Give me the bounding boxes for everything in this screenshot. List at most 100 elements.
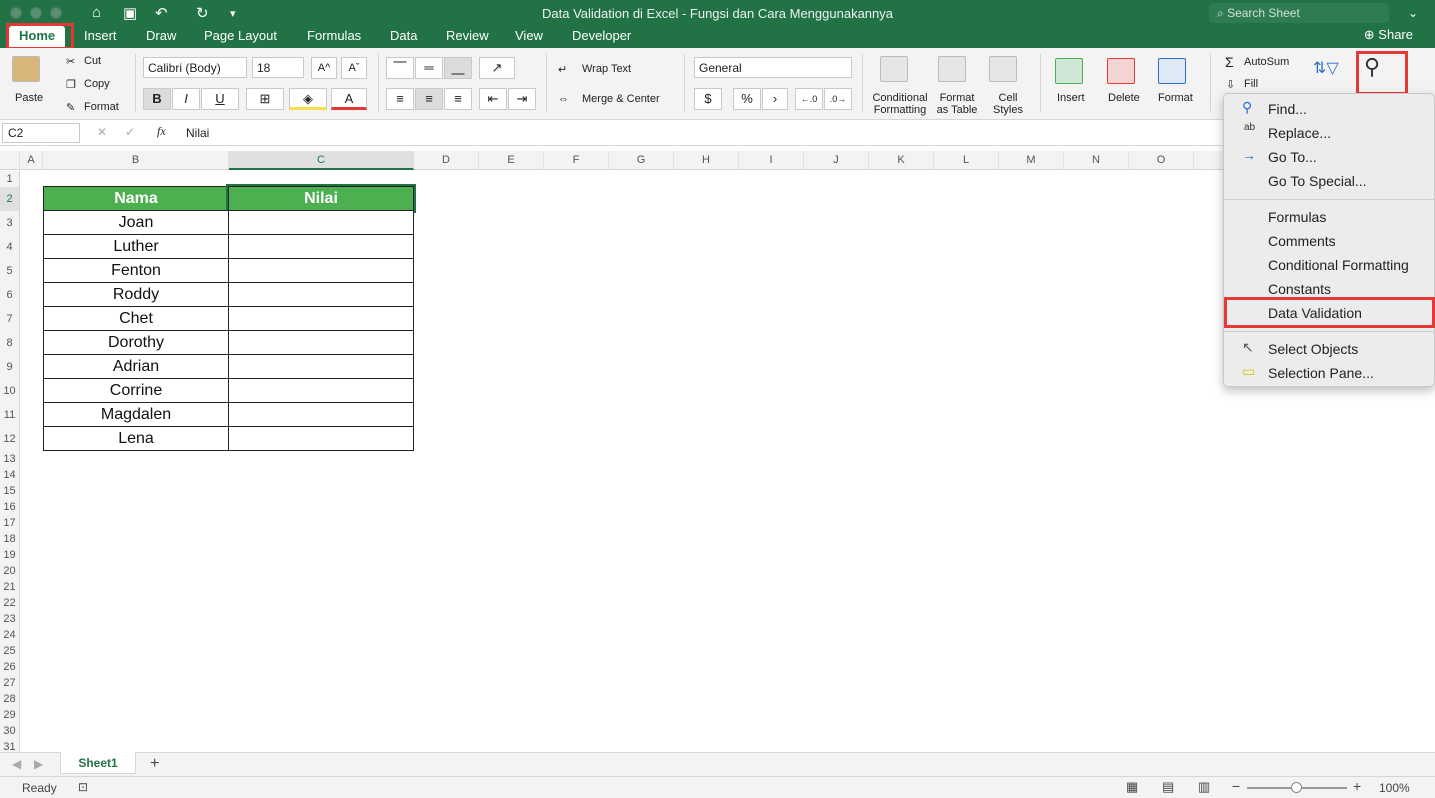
row-header[interactable]: 6 (0, 283, 20, 307)
copy-button[interactable]: Copy (84, 78, 110, 90)
decrease-font-icon[interactable]: Aˇ (341, 57, 367, 79)
name-cell[interactable]: Magdalen (43, 402, 229, 427)
name-cell[interactable]: Chet (43, 306, 229, 331)
tab-formulas[interactable]: Formulas (307, 28, 361, 43)
menu-item-comments[interactable]: Comments (1268, 233, 1336, 249)
row-header[interactable]: 11 (0, 403, 20, 427)
menu-item-select-objects[interactable]: Select Objects (1268, 341, 1358, 357)
zoom-out-icon[interactable]: − (1232, 778, 1240, 794)
row-header[interactable]: 8 (0, 331, 20, 355)
row-header[interactable]: 3 (0, 211, 20, 235)
column-header-l[interactable]: L (934, 151, 999, 170)
row-header[interactable]: 18 (0, 531, 20, 547)
search-sheet-input[interactable]: ⌕ Search Sheet (1209, 3, 1389, 23)
row-header[interactable]: 12 (0, 427, 20, 451)
wrap-text-button[interactable]: Wrap Text (582, 63, 631, 75)
row-header[interactable]: 7 (0, 307, 20, 331)
profile-chevron-icon[interactable]: ⌄ (1408, 6, 1418, 20)
conditional-formatting-icon[interactable] (880, 56, 908, 82)
name-cell[interactable]: Adrian (43, 354, 229, 379)
row-header[interactable]: 4 (0, 235, 20, 259)
nilai-cell[interactable] (228, 210, 414, 235)
tab-insert[interactable]: Insert (84, 28, 117, 43)
normal-view-icon[interactable]: ▦ (1126, 779, 1138, 795)
add-sheet-icon[interactable]: + (150, 755, 159, 773)
column-header-m[interactable]: M (999, 151, 1064, 170)
row-header[interactable]: 5 (0, 259, 20, 283)
cell-b2-nama-header[interactable]: Nama (43, 186, 229, 211)
align-middle-icon[interactable]: ═ (415, 57, 443, 79)
fill-color-icon[interactable]: ◈ (289, 88, 327, 110)
menu-item-go-to[interactable]: Go To... (1268, 149, 1317, 165)
row-header[interactable]: 29 (0, 707, 20, 723)
row-header[interactable]: 10 (0, 379, 20, 403)
row-header[interactable]: 15 (0, 483, 20, 499)
underline-button[interactable]: U (201, 88, 239, 110)
row-header[interactable]: 30 (0, 723, 20, 739)
zoom-level[interactable]: 100% (1379, 781, 1410, 795)
column-header-f[interactable]: F (544, 151, 609, 170)
name-cell[interactable]: Luther (43, 234, 229, 259)
tab-view[interactable]: View (515, 28, 543, 43)
nilai-cell[interactable] (228, 282, 414, 307)
tab-page-layout[interactable]: Page Layout (204, 28, 277, 43)
column-header-a[interactable]: A (20, 151, 43, 170)
row-header[interactable]: 14 (0, 467, 20, 483)
column-header-i[interactable]: I (739, 151, 804, 170)
insert-cells-button[interactable]: Insert (1057, 92, 1085, 104)
delete-cells-icon[interactable] (1107, 58, 1135, 84)
nilai-cell[interactable] (228, 258, 414, 283)
borders-icon[interactable]: ⊞ (246, 88, 284, 110)
tab-developer[interactable]: Developer (572, 28, 631, 43)
column-header-j[interactable]: J (804, 151, 869, 170)
name-cell[interactable]: Lena (43, 426, 229, 451)
macro-record-icon[interactable]: ⊡ (78, 780, 88, 794)
italic-button[interactable]: I (172, 88, 200, 110)
row-header[interactable]: 19 (0, 547, 20, 563)
menu-item-selection-pane[interactable]: Selection Pane... (1268, 365, 1374, 381)
name-cell[interactable]: Corrine (43, 378, 229, 403)
row-header[interactable]: 13 (0, 451, 20, 467)
autosum-button[interactable]: AutoSum (1244, 56, 1289, 68)
sort-filter-icon[interactable]: ⇅▽ (1313, 58, 1339, 78)
cell-styles-button[interactable]: Cell Styles (990, 92, 1026, 116)
align-bottom-icon[interactable]: ⎽ (444, 57, 472, 79)
name-cell[interactable]: Fenton (43, 258, 229, 283)
row-header[interactable]: 16 (0, 499, 20, 515)
zoom-in-icon[interactable]: + (1353, 778, 1361, 794)
name-cell[interactable]: Joan (43, 210, 229, 235)
nilai-cell[interactable] (228, 378, 414, 403)
column-header-d[interactable]: D (414, 151, 479, 170)
row-header[interactable]: 23 (0, 611, 20, 627)
align-left-icon[interactable]: ≡ (386, 88, 414, 110)
align-center-icon[interactable]: ≡ (415, 88, 443, 110)
format-as-table-icon[interactable] (938, 56, 966, 82)
row-header[interactable]: 21 (0, 579, 20, 595)
conditional-formatting-button[interactable]: Conditional Formatting (871, 92, 929, 116)
nilai-cell[interactable] (228, 354, 414, 379)
row-header[interactable]: 25 (0, 643, 20, 659)
share-button[interactable]: ⊕ Share (1364, 27, 1413, 43)
paste-icon[interactable] (12, 56, 40, 82)
delete-cells-button[interactable]: Delete (1108, 92, 1140, 104)
column-header-e[interactable]: E (479, 151, 544, 170)
insert-cells-icon[interactable] (1055, 58, 1083, 84)
name-box[interactable]: C2 (2, 123, 80, 143)
menu-item-conditional-formatting[interactable]: Conditional Formatting (1268, 257, 1409, 273)
confirm-entry-icon[interactable]: ✓ (125, 125, 135, 139)
column-header-c[interactable]: C (229, 151, 414, 170)
font-name-select[interactable]: Calibri (Body) (143, 57, 247, 78)
row-header[interactable]: 9 (0, 355, 20, 379)
row-header[interactable]: 2 (0, 187, 20, 211)
bold-button[interactable]: B (143, 88, 171, 110)
row-header[interactable]: 27 (0, 675, 20, 691)
menu-item-formulas[interactable]: Formulas (1268, 209, 1326, 225)
tab-data[interactable]: Data (390, 28, 417, 43)
merge-center-button[interactable]: Merge & Center (582, 93, 660, 105)
tab-draw[interactable]: Draw (146, 28, 176, 43)
menu-item-replace[interactable]: Replace... (1268, 125, 1331, 141)
row-header[interactable]: 17 (0, 515, 20, 531)
increase-decimal-icon[interactable]: ←.0 (795, 88, 823, 110)
insert-function-icon[interactable]: fx (157, 124, 166, 139)
orientation-icon[interactable]: ↗ (479, 57, 515, 79)
